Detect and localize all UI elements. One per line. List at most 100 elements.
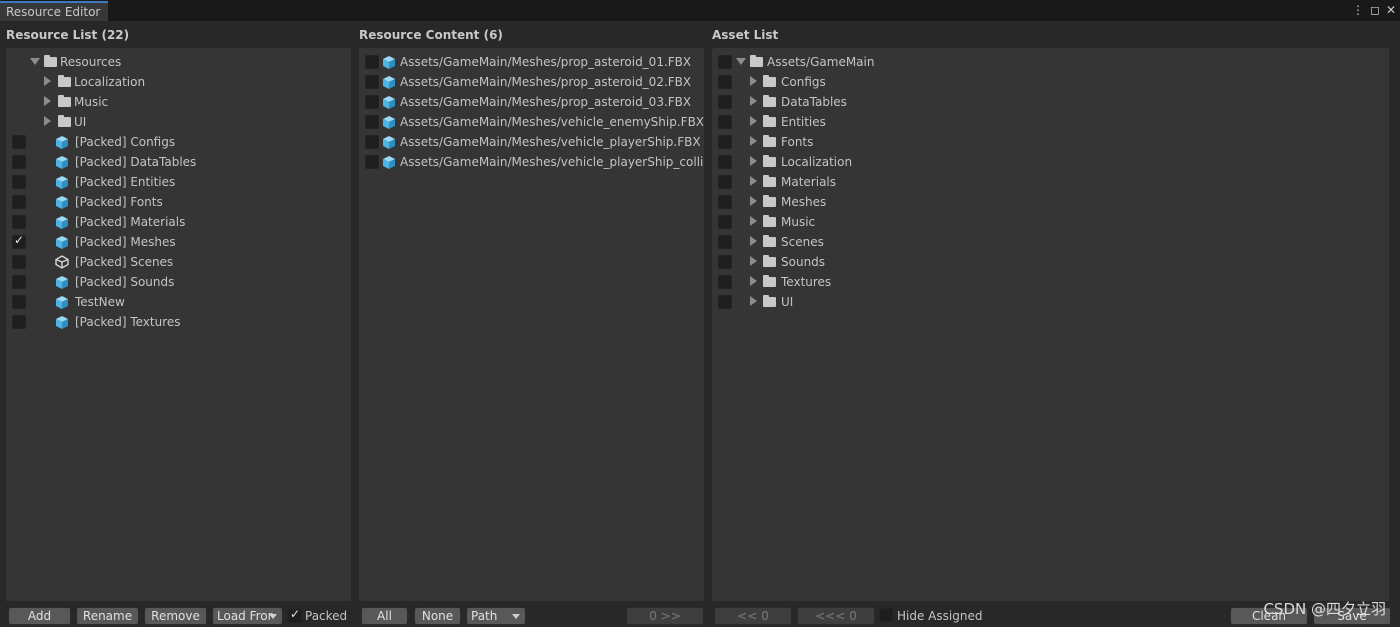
cube-icon (382, 135, 396, 150)
chevron-right-icon[interactable] (750, 76, 757, 86)
asset-folder-checkbox[interactable] (718, 115, 732, 129)
resource-item[interactable]: [Packed] Materials (6, 212, 351, 232)
resource-item[interactable]: [Packed] Meshes (6, 232, 351, 252)
chevron-right-icon[interactable] (44, 116, 51, 126)
resource-item-checkbox[interactable] (12, 275, 26, 289)
resource-item-checkbox[interactable] (12, 295, 26, 309)
sort-mode-dropdown[interactable]: Path (466, 607, 526, 625)
tree-root-resources[interactable]: Resources (6, 52, 351, 72)
chevron-right-icon[interactable] (750, 116, 757, 126)
resource-item-checkbox[interactable] (12, 233, 26, 249)
chevron-down-icon[interactable] (30, 58, 40, 65)
asset-folder-checkbox[interactable] (718, 215, 732, 229)
chevron-right-icon[interactable] (44, 76, 51, 86)
kebab-menu-icon[interactable]: ⋮ (1352, 3, 1364, 17)
asset-folder-checkbox[interactable] (718, 75, 732, 89)
resource-item[interactable]: [Packed] Entities (6, 172, 351, 192)
asset-root-checkbox[interactable] (718, 55, 732, 69)
content-item-checkbox[interactable] (365, 55, 379, 69)
asset-folder-row[interactable]: UI (712, 292, 1389, 312)
asset-folder-checkbox[interactable] (718, 275, 732, 289)
resource-item-checkbox[interactable] (12, 255, 26, 269)
asset-folder-row[interactable]: Meshes (712, 192, 1389, 212)
tree-folder-row[interactable]: UI (6, 112, 351, 132)
asset-folder-checkbox[interactable] (718, 295, 732, 309)
asset-folder-checkbox[interactable] (718, 195, 732, 209)
chevron-right-icon[interactable] (750, 136, 757, 146)
asset-folder-row[interactable]: Entities (712, 112, 1389, 132)
resource-item[interactable]: TestNew (6, 292, 351, 312)
chevron-right-icon[interactable] (750, 276, 757, 286)
move-left-button[interactable]: << 0 (714, 607, 792, 625)
chevron-right-icon[interactable] (750, 236, 757, 246)
resource-item[interactable]: [Packed] Fonts (6, 192, 351, 212)
chevron-right-icon[interactable] (750, 296, 757, 306)
folder-icon (763, 115, 776, 127)
maximize-icon[interactable]: ◻ (1370, 3, 1380, 17)
content-item-checkbox[interactable] (365, 115, 379, 129)
content-item[interactable]: Assets/GameMain/Meshes/vehicle_playerShi… (359, 152, 704, 172)
asset-folder-checkbox[interactable] (718, 95, 732, 109)
asset-folder-row[interactable]: Materials (712, 172, 1389, 192)
tree-folder-row[interactable]: Localization (6, 72, 351, 92)
move-all-left-button[interactable]: <<< 0 (797, 607, 875, 625)
asset-folder-checkbox[interactable] (718, 235, 732, 249)
chevron-right-icon[interactable] (750, 176, 757, 186)
content-item-checkbox[interactable] (365, 75, 379, 89)
content-item-checkbox[interactable] (365, 155, 379, 169)
asset-folder-row[interactable]: Sounds (712, 252, 1389, 272)
asset-folder-checkbox[interactable] (718, 155, 732, 169)
remove-button[interactable]: Remove (144, 607, 207, 625)
resource-item[interactable]: [Packed] Sounds (6, 272, 351, 292)
asset-folder-checkbox[interactable] (718, 255, 732, 269)
resource-item-checkbox[interactable] (12, 175, 26, 189)
resource-item[interactable]: [Packed] Configs (6, 132, 351, 152)
asset-folder-checkbox[interactable] (718, 135, 732, 149)
resource-item[interactable]: [Packed] Scenes (6, 252, 351, 272)
chevron-right-icon[interactable] (750, 156, 757, 166)
resource-item-checkbox[interactable] (12, 135, 26, 149)
asset-folder-row[interactable]: Localization (712, 152, 1389, 172)
close-icon[interactable]: ✕ (1386, 3, 1396, 17)
hide-assigned-checkbox[interactable] (879, 608, 893, 622)
move-right-button[interactable]: 0 >> (626, 607, 704, 625)
resource-item[interactable]: [Packed] Textures (6, 312, 351, 332)
content-item[interactable]: Assets/GameMain/Meshes/prop_asteroid_02.… (359, 72, 704, 92)
load-from-dropdown[interactable]: Load Fror (212, 607, 283, 625)
chevron-right-icon[interactable] (750, 96, 757, 106)
select-all-button[interactable]: All (361, 607, 408, 625)
cube-icon (55, 295, 69, 310)
chevron-right-icon[interactable] (750, 256, 757, 266)
asset-folder-row[interactable]: Configs (712, 72, 1389, 92)
asset-folder-row[interactable]: Textures (712, 272, 1389, 292)
asset-folder-row[interactable]: Music (712, 212, 1389, 232)
resource-item[interactable]: [Packed] DataTables (6, 152, 351, 172)
tab-resource-editor[interactable]: Resource Editor (0, 1, 108, 21)
content-item[interactable]: Assets/GameMain/Meshes/prop_asteroid_01.… (359, 52, 704, 72)
asset-folder-row[interactable]: DataTables (712, 92, 1389, 112)
tree-folder-row[interactable]: Music (6, 92, 351, 112)
content-item[interactable]: Assets/GameMain/Meshes/vehicle_enemyShip… (359, 112, 704, 132)
resource-item-checkbox[interactable] (12, 195, 26, 209)
asset-folder-checkbox[interactable] (718, 175, 732, 189)
chevron-right-icon[interactable] (750, 216, 757, 226)
tree-root-assets[interactable]: Assets/GameMain (712, 52, 1389, 72)
rename-button[interactable]: Rename (76, 607, 139, 625)
resource-item-checkbox[interactable] (12, 315, 26, 329)
chevron-right-icon[interactable] (44, 96, 51, 106)
packed-checkbox[interactable] (288, 607, 302, 623)
content-item[interactable]: Assets/GameMain/Meshes/vehicle_playerShi… (359, 132, 704, 152)
content-item[interactable]: Assets/GameMain/Meshes/prop_asteroid_03.… (359, 92, 704, 112)
chevron-right-icon[interactable] (750, 196, 757, 206)
chevron-down-icon[interactable] (736, 58, 746, 65)
asset-folder-row[interactable]: Fonts (712, 132, 1389, 152)
content-item-checkbox[interactable] (365, 135, 379, 149)
add-button[interactable]: Add (8, 607, 71, 625)
select-none-button[interactable]: None (414, 607, 461, 625)
content-item-label: Assets/GameMain/Meshes/vehicle_playerShi… (400, 135, 701, 149)
resource-item-checkbox[interactable] (12, 215, 26, 229)
content-item-checkbox[interactable] (365, 95, 379, 109)
asset-folder-row[interactable]: Scenes (712, 232, 1389, 252)
folder-icon (763, 215, 776, 227)
resource-item-checkbox[interactable] (12, 155, 26, 169)
